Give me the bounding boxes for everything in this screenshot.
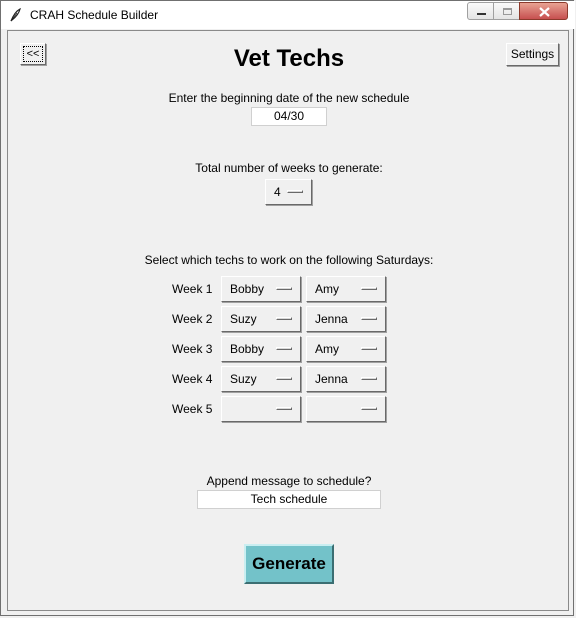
week3-tech1-dropdown[interactable]: Bobby: [221, 336, 301, 362]
start-date-label: Enter the beginning date of the new sche…: [168, 91, 410, 105]
week4-tech1-dropdown[interactable]: Suzy: [221, 366, 301, 392]
dropdown-indicator-icon: [361, 377, 377, 380]
dropdown-indicator-icon: [361, 287, 377, 290]
week5-tech2-dropdown[interactable]: [306, 396, 386, 422]
maximize-button[interactable]: [493, 2, 520, 20]
dropdown-indicator-icon: [287, 190, 303, 193]
saturdays-label: Select which techs to work on the follow…: [144, 253, 434, 267]
dropdown-indicator-icon: [276, 287, 292, 290]
minimize-button[interactable]: [467, 2, 494, 20]
close-button[interactable]: [519, 2, 568, 20]
dropdown-indicator-icon: [276, 347, 292, 350]
generate-button[interactable]: Generate: [244, 544, 334, 584]
dropdown-indicator-icon: [361, 407, 377, 410]
dropdown-indicator-icon: [276, 377, 292, 380]
dropdown-indicator-icon: [361, 347, 377, 350]
minimize-icon: [477, 13, 486, 15]
week4-tech2-dropdown[interactable]: Jenna: [306, 366, 386, 392]
message-input[interactable]: Tech schedule: [197, 490, 381, 509]
dropdown-value: Bobby: [230, 342, 265, 356]
week3-tech2-dropdown[interactable]: Amy: [306, 336, 386, 362]
dropdown-value: Jenna: [315, 312, 348, 326]
week1-tech1-dropdown[interactable]: Bobby: [221, 276, 301, 302]
week2-tech2-dropdown[interactable]: Jenna: [306, 306, 386, 332]
weeks-value: 4: [274, 185, 281, 199]
message-label: Append message to schedule?: [206, 474, 372, 488]
dropdown-value: Jenna: [315, 372, 348, 386]
main-panel: << Vet Techs Settings Enter the beginnin…: [7, 30, 569, 611]
dropdown-indicator-icon: [276, 407, 292, 410]
week-label: Week 4: [172, 372, 213, 386]
start-date-input[interactable]: 04/30: [251, 107, 327, 126]
dropdown-indicator-icon: [361, 317, 377, 320]
dropdown-value: Amy: [315, 282, 339, 296]
week-label: Week 1: [172, 282, 213, 296]
week-label: Week 3: [172, 342, 213, 356]
maximize-icon: [503, 8, 512, 15]
dropdown-value: Suzy: [230, 372, 257, 386]
weeks-label: Total number of weeks to generate:: [195, 161, 383, 175]
week-label: Week 2: [172, 312, 213, 326]
page-title: Vet Techs: [233, 45, 345, 72]
week2-tech1-dropdown[interactable]: Suzy: [221, 306, 301, 332]
week-label: Week 5: [172, 402, 213, 416]
dropdown-value: Suzy: [230, 312, 257, 326]
title-bar[interactable]: CRAH Schedule Builder: [1, 1, 575, 29]
weeks-dropdown[interactable]: 4: [265, 179, 312, 205]
week1-tech2-dropdown[interactable]: Amy: [306, 276, 386, 302]
window-title: CRAH Schedule Builder: [30, 8, 159, 22]
settings-button[interactable]: Settings: [506, 43, 559, 66]
dropdown-value: Bobby: [230, 282, 265, 296]
close-icon: [539, 7, 550, 17]
dropdown-indicator-icon: [276, 317, 292, 320]
dropdown-value: Amy: [315, 342, 339, 356]
app-window: CRAH Schedule Builder << Vet Techs Setti…: [0, 0, 575, 616]
week5-tech1-dropdown[interactable]: [221, 396, 301, 422]
feather-icon: [10, 8, 21, 22]
